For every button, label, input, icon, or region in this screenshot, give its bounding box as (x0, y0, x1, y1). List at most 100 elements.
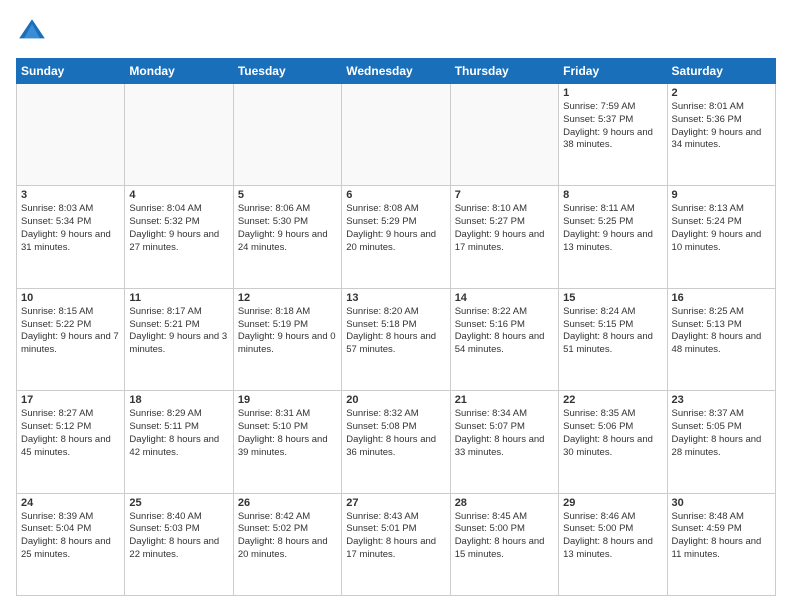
calendar-cell: 22 Sunrise: 8:35 AM Sunset: 5:06 PM Dayli… (559, 391, 667, 493)
day-number: 25 (129, 497, 228, 509)
calendar-week-row: 24Sunrise: 8:39 AM Sunset: 5:04 PM Dayli… (17, 493, 776, 595)
calendar-cell: 13Sunrise: 8:20 AM Sunset: 5:18 PM Dayli… (342, 288, 450, 390)
day-info: Sunrise: 8:08 AM Sunset: 5:29 PM Dayligh… (346, 203, 445, 254)
day-number: 18 (129, 394, 228, 406)
day-info: Sunrise: 8:48 AM Sunset: 4:59 PM Dayligh… (672, 511, 771, 562)
day-number: 5 (238, 189, 337, 201)
weekday-header: Saturday (667, 59, 775, 84)
calendar-cell: 16 Sunrise: 8:25 AM Sunset: 5:13 PM Dayli… (667, 288, 775, 390)
day-number: 15 (563, 292, 662, 304)
day-info: Sunrise: 8:34 AM Sunset: 5:07 PM Dayligh… (455, 408, 554, 459)
day-info: Sunrise: 8:04 AM Sunset: 5:32 PM Dayligh… (129, 203, 228, 254)
day-number: 22 (563, 394, 662, 406)
calendar-cell: 27 Sunrise: 8:43 AM Sunset: 5:01 PM Dayli… (342, 493, 450, 595)
calendar-cell: 3 Sunrise: 8:03 AM Sunset: 5:34 PM Daylig… (17, 186, 125, 288)
calendar-cell: 25 Sunrise: 8:40 AM Sunset: 5:03 PM Dayli… (125, 493, 233, 595)
calendar-body: 1 Sunrise: 7:59 AM Sunset: 5:37 PM Daylig… (17, 84, 776, 596)
day-info: Sunrise: 8:42 AM Sunset: 5:02 PM Dayligh… (238, 511, 337, 562)
logo-icon (16, 16, 48, 48)
day-number: 6 (346, 189, 445, 201)
day-info: Sunrise: 8:17 AM Sunset: 5:21 PM Dayligh… (129, 306, 228, 357)
calendar-cell: 21 Sunrise: 8:34 AM Sunset: 5:07 PM Dayli… (450, 391, 558, 493)
day-info: Sunrise: 8:27 AM Sunset: 5:12 PM Dayligh… (21, 408, 120, 459)
calendar-cell: 4Sunrise: 8:04 AM Sunset: 5:32 PM Daylig… (125, 186, 233, 288)
day-info: Sunrise: 8:22 AM Sunset: 5:16 PM Dayligh… (455, 306, 554, 357)
day-number: 26 (238, 497, 337, 509)
calendar-cell: 29 Sunrise: 8:46 AM Sunset: 5:00 PM Dayli… (559, 493, 667, 595)
day-info: Sunrise: 8:43 AM Sunset: 5:01 PM Dayligh… (346, 511, 445, 562)
day-info: Sunrise: 8:32 AM Sunset: 5:08 PM Dayligh… (346, 408, 445, 459)
calendar-cell (342, 84, 450, 186)
day-info: Sunrise: 8:03 AM Sunset: 5:34 PM Dayligh… (21, 203, 120, 254)
calendar-cell: 1 Sunrise: 7:59 AM Sunset: 5:37 PM Daylig… (559, 84, 667, 186)
calendar-cell (233, 84, 341, 186)
day-info: Sunrise: 8:29 AM Sunset: 5:11 PM Dayligh… (129, 408, 228, 459)
day-number: 21 (455, 394, 554, 406)
calendar-week-row: 1 Sunrise: 7:59 AM Sunset: 5:37 PM Daylig… (17, 84, 776, 186)
weekday-header: Monday (125, 59, 233, 84)
calendar-cell (17, 84, 125, 186)
calendar-table: SundayMondayTuesdayWednesdayThursdayFrid… (16, 58, 776, 596)
day-number: 8 (563, 189, 662, 201)
logo (16, 16, 52, 48)
day-number: 1 (563, 87, 662, 99)
calendar-cell: 15Sunrise: 8:24 AM Sunset: 5:15 PM Dayli… (559, 288, 667, 390)
day-number: 19 (238, 394, 337, 406)
day-info: Sunrise: 8:46 AM Sunset: 5:00 PM Dayligh… (563, 511, 662, 562)
day-number: 16 (672, 292, 771, 304)
day-number: 3 (21, 189, 120, 201)
weekday-header: Sunday (17, 59, 125, 84)
calendar-cell: 11Sunrise: 8:17 AM Sunset: 5:21 PM Dayli… (125, 288, 233, 390)
day-info: Sunrise: 8:01 AM Sunset: 5:36 PM Dayligh… (672, 101, 771, 152)
day-number: 14 (455, 292, 554, 304)
calendar-week-row: 17 Sunrise: 8:27 AM Sunset: 5:12 PM Dayli… (17, 391, 776, 493)
calendar-cell (450, 84, 558, 186)
day-info: Sunrise: 8:13 AM Sunset: 5:24 PM Dayligh… (672, 203, 771, 254)
calendar-cell: 19 Sunrise: 8:31 AM Sunset: 5:10 PM Dayli… (233, 391, 341, 493)
calendar-cell: 2 Sunrise: 8:01 AM Sunset: 5:36 PM Daylig… (667, 84, 775, 186)
calendar-cell: 26 Sunrise: 8:42 AM Sunset: 5:02 PM Dayli… (233, 493, 341, 595)
day-number: 27 (346, 497, 445, 509)
day-number: 12 (238, 292, 337, 304)
calendar-cell: 24Sunrise: 8:39 AM Sunset: 5:04 PM Dayli… (17, 493, 125, 595)
calendar-cell (125, 84, 233, 186)
day-info: Sunrise: 8:11 AM Sunset: 5:25 PM Dayligh… (563, 203, 662, 254)
calendar-cell: 30 Sunrise: 8:48 AM Sunset: 4:59 PM Dayli… (667, 493, 775, 595)
weekday-header: Friday (559, 59, 667, 84)
calendar-cell: 17 Sunrise: 8:27 AM Sunset: 5:12 PM Dayli… (17, 391, 125, 493)
day-info: Sunrise: 7:59 AM Sunset: 5:37 PM Dayligh… (563, 101, 662, 152)
calendar-cell: 6 Sunrise: 8:08 AM Sunset: 5:29 PM Daylig… (342, 186, 450, 288)
day-number: 30 (672, 497, 771, 509)
calendar-cell: 23Sunrise: 8:37 AM Sunset: 5:05 PM Dayli… (667, 391, 775, 493)
calendar-cell: 18 Sunrise: 8:29 AM Sunset: 5:11 PM Dayli… (125, 391, 233, 493)
calendar-cell: 28Sunrise: 8:45 AM Sunset: 5:00 PM Dayli… (450, 493, 558, 595)
calendar-week-row: 3 Sunrise: 8:03 AM Sunset: 5:34 PM Daylig… (17, 186, 776, 288)
day-number: 10 (21, 292, 120, 304)
calendar-cell: 20Sunrise: 8:32 AM Sunset: 5:08 PM Dayli… (342, 391, 450, 493)
day-number: 29 (563, 497, 662, 509)
day-info: Sunrise: 8:31 AM Sunset: 5:10 PM Dayligh… (238, 408, 337, 459)
day-info: Sunrise: 8:25 AM Sunset: 5:13 PM Dayligh… (672, 306, 771, 357)
day-number: 2 (672, 87, 771, 99)
calendar-week-row: 10 Sunrise: 8:15 AM Sunset: 5:22 PM Dayli… (17, 288, 776, 390)
day-info: Sunrise: 8:10 AM Sunset: 5:27 PM Dayligh… (455, 203, 554, 254)
calendar-cell: 7 Sunrise: 8:10 AM Sunset: 5:27 PM Daylig… (450, 186, 558, 288)
calendar-cell: 8 Sunrise: 8:11 AM Sunset: 5:25 PM Daylig… (559, 186, 667, 288)
day-info: Sunrise: 8:20 AM Sunset: 5:18 PM Dayligh… (346, 306, 445, 357)
day-number: 9 (672, 189, 771, 201)
day-info: Sunrise: 8:39 AM Sunset: 5:04 PM Dayligh… (21, 511, 120, 562)
calendar-cell: 5Sunrise: 8:06 AM Sunset: 5:30 PM Daylig… (233, 186, 341, 288)
day-info: Sunrise: 8:37 AM Sunset: 5:05 PM Dayligh… (672, 408, 771, 459)
weekday-row: SundayMondayTuesdayWednesdayThursdayFrid… (17, 59, 776, 84)
day-number: 28 (455, 497, 554, 509)
day-number: 7 (455, 189, 554, 201)
day-info: Sunrise: 8:40 AM Sunset: 5:03 PM Dayligh… (129, 511, 228, 562)
calendar-cell: 14 Sunrise: 8:22 AM Sunset: 5:16 PM Dayli… (450, 288, 558, 390)
weekday-header: Wednesday (342, 59, 450, 84)
day-info: Sunrise: 8:35 AM Sunset: 5:06 PM Dayligh… (563, 408, 662, 459)
day-info: Sunrise: 8:15 AM Sunset: 5:22 PM Dayligh… (21, 306, 120, 357)
day-number: 17 (21, 394, 120, 406)
page: SundayMondayTuesdayWednesdayThursdayFrid… (0, 0, 792, 612)
calendar-cell: 9 Sunrise: 8:13 AM Sunset: 5:24 PM Daylig… (667, 186, 775, 288)
calendar-header: SundayMondayTuesdayWednesdayThursdayFrid… (17, 59, 776, 84)
